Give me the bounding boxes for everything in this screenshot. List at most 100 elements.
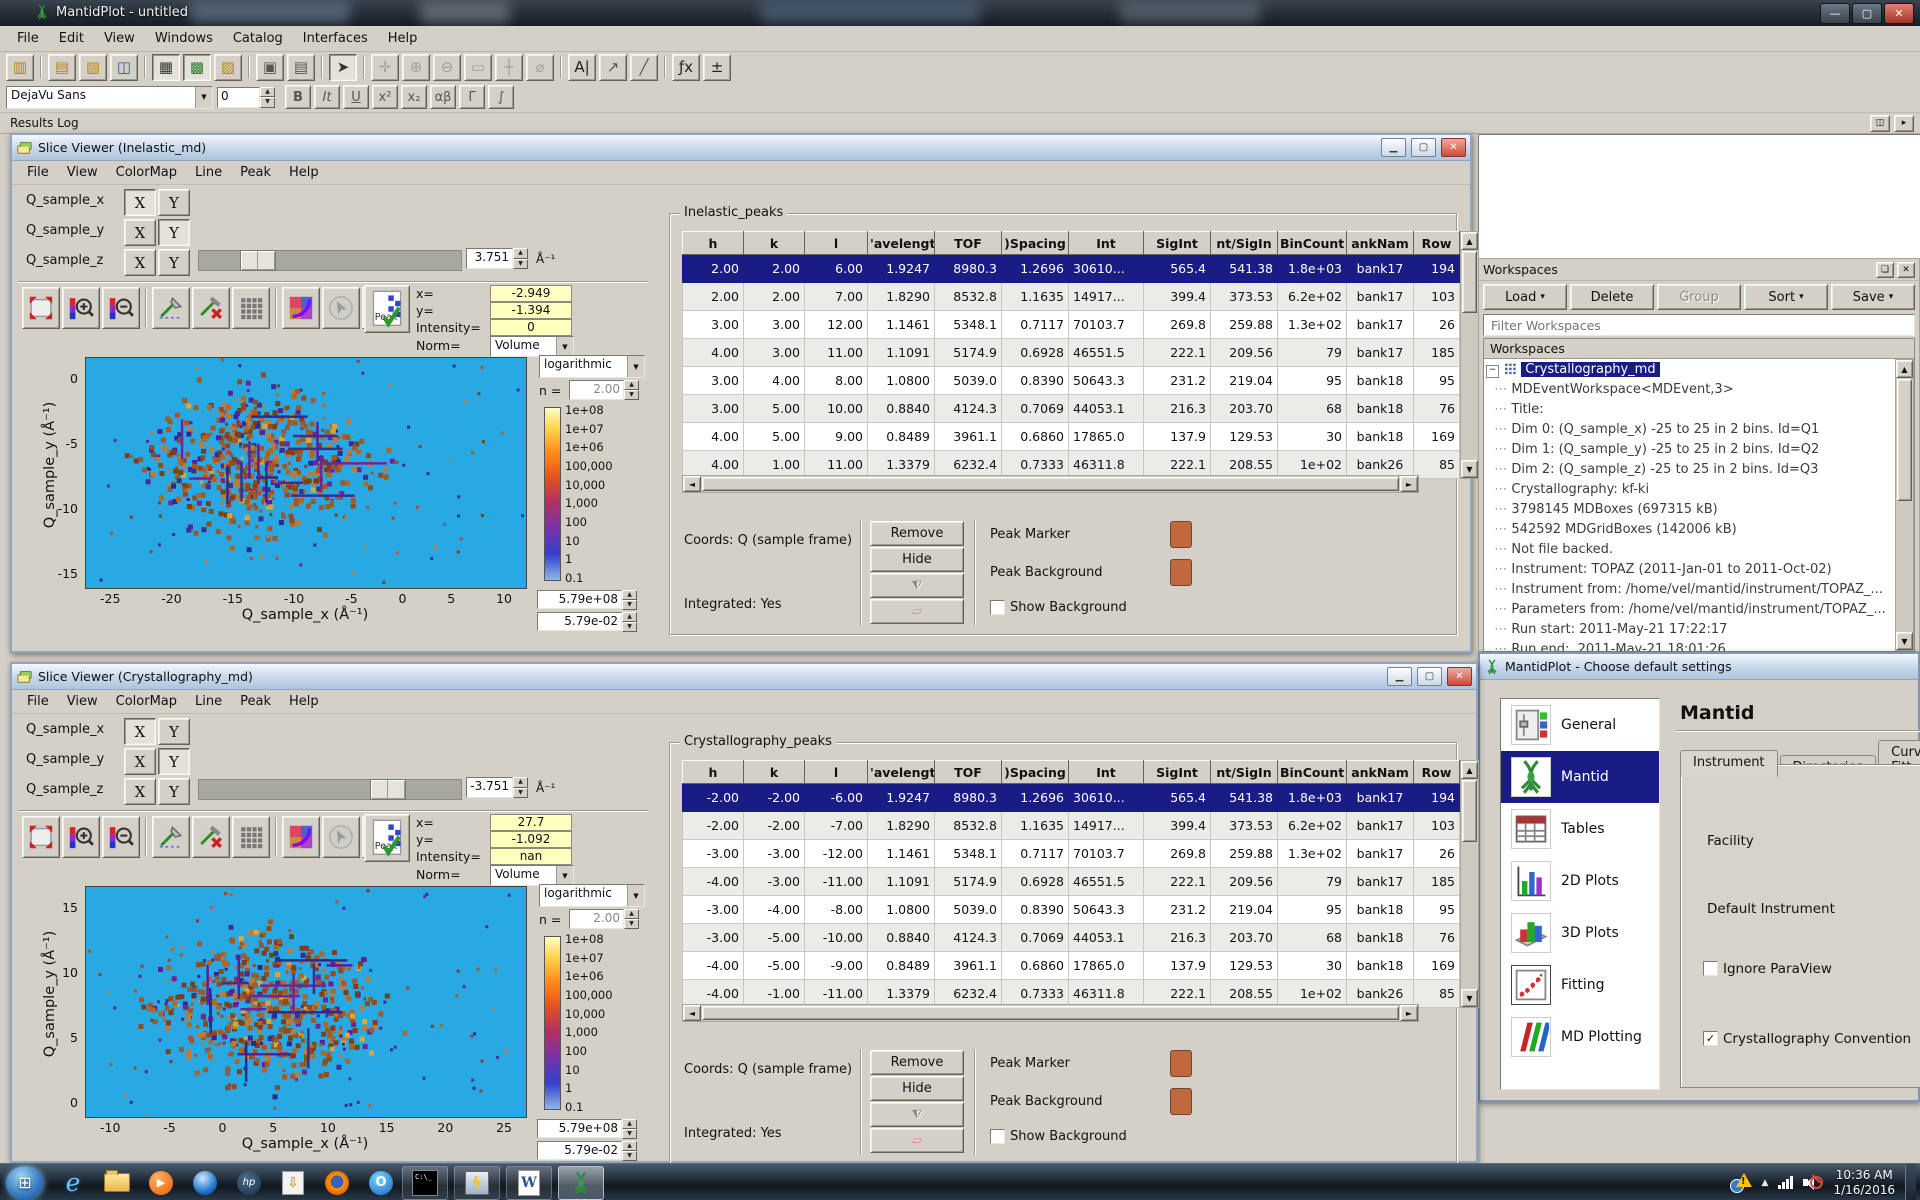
- line-delete-icon[interactable]: [192, 816, 230, 858]
- dim-z-xbutton[interactable]: X: [124, 778, 156, 805]
- cell[interactable]: -5.00: [744, 952, 805, 980]
- cell[interactable]: 70103.7: [1069, 311, 1144, 339]
- table-row[interactable]: 2.002.007.001.82908532.81.163514917...39…: [683, 283, 1460, 311]
- cell[interactable]: 1.3e+02: [1278, 840, 1347, 868]
- cell[interactable]: 222.1: [1144, 339, 1211, 367]
- column-header-1[interactable]: k: [744, 761, 805, 784]
- column-header-9[interactable]: BinCount: [1278, 232, 1347, 255]
- slider-value[interactable]: 3.751: [466, 248, 513, 269]
- workspace-detail[interactable]: ⋯ Instrument from: /home/vel/mantid/inst…: [1486, 580, 1893, 600]
- workspace-detail[interactable]: ⋯ Run end: 2011-May-21 18:01:26: [1486, 640, 1893, 651]
- command-prompt-icon[interactable]: C:\_: [402, 1166, 448, 1200]
- cell[interactable]: -5.00: [744, 924, 805, 952]
- column-header-6[interactable]: Int: [1069, 761, 1144, 784]
- table-row[interactable]: 3.004.008.001.08005039.00.839050643.3231…: [683, 367, 1460, 395]
- group-button[interactable]: Group: [1657, 284, 1741, 310]
- workspace-detail[interactable]: ⋯ Parameters from: /home/vel/mantid/inst…: [1486, 600, 1893, 620]
- workspaces-scrollbar[interactable]: ▲ ▼: [1895, 359, 1914, 651]
- cell[interactable]: 0.7117: [1002, 840, 1069, 868]
- maximize-button[interactable]: ▢: [1417, 667, 1442, 686]
- cell[interactable]: 1.0800: [868, 367, 935, 395]
- menu-item-interfaces[interactable]: Interfaces: [294, 28, 377, 49]
- cell[interactable]: bank18: [1347, 952, 1414, 980]
- action-center-warning-icon[interactable]: !: [1730, 1173, 1752, 1193]
- dim-z-slider[interactable]: [198, 250, 462, 271]
- peaks-table[interactable]: hkl'avelengtTOF)SpacingIntSigIntnt/SigIn…: [682, 760, 1460, 1008]
- cell[interactable]: 209.56: [1211, 339, 1278, 367]
- cell[interactable]: 5.00: [744, 423, 805, 451]
- peaks-table[interactable]: hkl'avelengtTOF)SpacingIntSigIntnt/SigIn…: [682, 231, 1460, 479]
- peak-marker-swatch[interactable]: [1170, 521, 1192, 548]
- line-draw-icon[interactable]: [152, 287, 190, 329]
- cell[interactable]: 14917...: [1069, 283, 1144, 311]
- data-cursor-icon[interactable]: ┼: [495, 54, 523, 81]
- table-row[interactable]: -3.00-3.00-12.001.14615348.10.711770103.…: [683, 840, 1460, 868]
- cell[interactable]: 5348.1: [935, 311, 1002, 339]
- new-note-icon[interactable]: ▧: [79, 54, 107, 81]
- network-signal-icon[interactable]: [1778, 1176, 1793, 1189]
- column-header-6[interactable]: Int: [1069, 232, 1144, 255]
- pointer-icon[interactable]: ➤: [329, 54, 357, 81]
- column-header-3[interactable]: 'avelengt: [868, 761, 935, 784]
- pan-disabled-icon[interactable]: [322, 816, 360, 858]
- cell[interactable]: 0.7069: [1002, 395, 1069, 423]
- window-titlebar[interactable]: Slice Viewer (Inelastic_md) ▁ ▢ ✕: [12, 135, 1470, 161]
- cell[interactable]: 8532.8: [935, 812, 1002, 840]
- peak-marker-swatch[interactable]: [1170, 1050, 1192, 1077]
- cell[interactable]: bank17: [1347, 283, 1414, 311]
- cell[interactable]: 203.70: [1211, 395, 1278, 423]
- cell[interactable]: 219.04: [1211, 896, 1278, 924]
- volume-muted-icon[interactable]: [1803, 1175, 1823, 1191]
- table-row[interactable]: -4.00-3.00-11.001.10915174.90.692846551.…: [683, 868, 1460, 896]
- cell[interactable]: 216.3: [1144, 395, 1211, 423]
- show-desktop-button[interactable]: [1905, 1164, 1916, 1200]
- cell[interactable]: 76: [1414, 395, 1460, 423]
- script-window-icon[interactable]: ▨: [214, 54, 242, 81]
- sort-button[interactable]: Sort▾: [1744, 284, 1828, 310]
- cell[interactable]: 46551.5: [1069, 868, 1144, 896]
- cell[interactable]: 26: [1414, 311, 1460, 339]
- cell[interactable]: 541.38: [1211, 255, 1278, 283]
- table-row[interactable]: 3.005.0010.000.88404124.30.706944053.121…: [683, 395, 1460, 423]
- hide-peak-button[interactable]: Hide: [870, 547, 964, 572]
- cell[interactable]: 0.8840: [868, 395, 935, 423]
- cell[interactable]: 85: [1414, 451, 1460, 479]
- overlay-icon[interactable]: [282, 816, 320, 858]
- colormap-min-value[interactable]: 5.79e-02: [537, 1141, 622, 1160]
- cell[interactable]: 2.00: [683, 255, 744, 283]
- close-button[interactable]: ✕: [1441, 138, 1466, 157]
- cell[interactable]: 17865.0: [1069, 423, 1144, 451]
- save-project-icon[interactable]: ◫: [110, 54, 138, 81]
- remove-peak-button[interactable]: Remove: [870, 521, 964, 546]
- menu-item-colormap[interactable]: ColorMap: [107, 691, 186, 712]
- cell[interactable]: 269.8: [1144, 840, 1211, 868]
- cell[interactable]: 3.00: [683, 311, 744, 339]
- cell[interactable]: -10.00: [805, 924, 868, 952]
- peaks-overlay-button[interactable]: Peak: [364, 285, 410, 333]
- tray-expand-icon[interactable]: ▲: [1762, 1178, 1769, 1188]
- cell[interactable]: 0.8390: [1002, 896, 1069, 924]
- format-button-1[interactable]: It: [314, 85, 340, 109]
- cell[interactable]: bank18: [1347, 395, 1414, 423]
- cell[interactable]: 5039.0: [935, 896, 1002, 924]
- zoom-to-peak-button[interactable]: ⧨: [870, 573, 964, 598]
- column-header-9[interactable]: BinCount: [1278, 761, 1347, 784]
- colormap-max-spinbox[interactable]: 5.79e+08 ▲▼: [537, 590, 637, 609]
- cell[interactable]: 231.2: [1144, 896, 1211, 924]
- maximize-button[interactable]: ▢: [1411, 138, 1436, 157]
- slider-handle[interactable]: [240, 250, 276, 271]
- colormap-min-spinbox[interactable]: 5.79e-02 ▲▼: [537, 1141, 637, 1160]
- cell[interactable]: 85: [1414, 980, 1460, 1008]
- rescale-icon[interactable]: ▭: [464, 54, 492, 81]
- column-header-0[interactable]: h: [683, 232, 744, 255]
- cell[interactable]: -3.00: [683, 896, 744, 924]
- cell[interactable]: 2.00: [744, 283, 805, 311]
- app-maximize-button[interactable]: ▢: [1852, 3, 1882, 24]
- zoom-in-icon[interactable]: [62, 287, 100, 329]
- cell[interactable]: 5348.1: [935, 840, 1002, 868]
- media-player-icon[interactable]: ▶: [146, 1168, 176, 1198]
- cell[interactable]: 3.00: [744, 339, 805, 367]
- app-close-button[interactable]: ✕: [1884, 3, 1914, 24]
- float-panel-icon[interactable]: ❏: [1876, 262, 1894, 278]
- start-button[interactable]: ⊞: [6, 1166, 44, 1200]
